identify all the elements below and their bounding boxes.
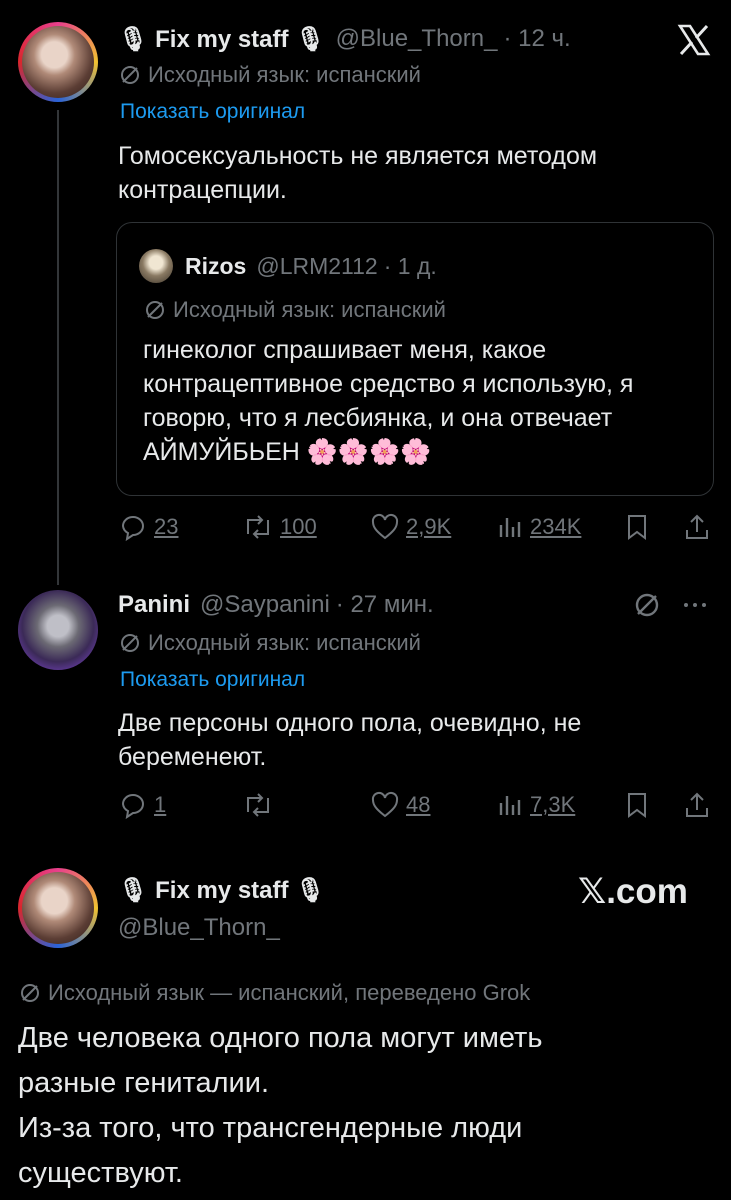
more-icon: [684, 603, 706, 607]
more-button[interactable]: [680, 592, 710, 618]
avatar[interactable]: [18, 22, 98, 102]
bookmark-button[interactable]: [624, 512, 650, 542]
quoted-tweet[interactable]: Rizos @LRM2112 · 1 д. Исходный язык: исп…: [116, 222, 714, 496]
translate-icon: [121, 634, 139, 652]
display-name[interactable]: Panini: [118, 591, 190, 619]
share-icon: [686, 792, 708, 817]
show-original-link[interactable]: Показать оригинал: [120, 668, 305, 692]
like-count: 2,9K: [406, 514, 452, 539]
reply-icon: [121, 516, 144, 542]
views-button[interactable]: 234K: [496, 512, 581, 542]
reply-button[interactable]: 23: [118, 512, 178, 542]
views-button[interactable]: 7,3K: [496, 790, 575, 820]
views-count: 234K: [530, 514, 582, 539]
share-icon: [686, 514, 708, 539]
text-line: разные гениталии.: [18, 1067, 270, 1099]
avatar[interactable]: [18, 590, 98, 670]
show-original-link[interactable]: Показать оригинал: [120, 100, 305, 124]
handle[interactable]: @Saypanini: [200, 591, 330, 619]
reply-button[interactable]: 1: [118, 790, 166, 820]
reply-icon: [121, 794, 144, 820]
repost-button[interactable]: [242, 790, 280, 820]
repost-count: 100: [280, 514, 317, 539]
handle[interactable]: @Blue_Thorn_: [118, 914, 280, 942]
bookmark-icon: [628, 515, 646, 540]
timestamp[interactable]: · 12 ч.: [503, 25, 570, 53]
display-name[interactable]: 🎙 Fix my staff 🎙: [118, 876, 326, 905]
translation-note: Исходный язык: испанский: [148, 62, 421, 87]
bookmark-button[interactable]: [624, 790, 650, 820]
avatar[interactable]: [18, 868, 98, 948]
timestamp[interactable]: · 27 мин.: [336, 591, 434, 619]
translate-icon: [21, 984, 39, 1002]
quoted-tweet-text: гинеколог спрашивает меня, какое контрац…: [143, 336, 634, 466]
translation-note: Исходный язык: испанский: [173, 297, 446, 322]
translation-note: Исходный язык: испанский: [148, 630, 421, 655]
translate-button[interactable]: [632, 590, 662, 620]
handle[interactable]: @LRM2112: [256, 253, 377, 280]
tweet-text: Две персоны одного пола, очевидно, не бе…: [118, 709, 582, 771]
like-count: 48: [406, 792, 431, 817]
text-line: существуют.: [18, 1157, 183, 1189]
text-line: Две человека одного пола могут иметь: [18, 1022, 543, 1054]
text-line: Из-за того, что трансгендерные люди: [18, 1112, 523, 1144]
repost-icon: [247, 515, 269, 539]
views-count: 7,3K: [530, 792, 576, 817]
tweet-text: Гомосексуальность не является методом ко…: [118, 142, 598, 204]
views-icon: [499, 518, 521, 537]
timestamp[interactable]: · 1 д.: [384, 253, 437, 280]
display-name[interactable]: 🎙 Fix my staff 🎙: [118, 25, 326, 54]
share-button[interactable]: [682, 790, 712, 820]
reply-count: 1: [154, 792, 167, 817]
like-button[interactable]: 2,9K: [370, 512, 451, 542]
handle[interactable]: @Blue_Thorn_: [336, 25, 498, 53]
heart-icon: [371, 791, 399, 818]
avatar[interactable]: [139, 249, 173, 283]
translation-note: Исходный язык — испанский, переведено Gr…: [48, 980, 531, 1005]
share-button[interactable]: [682, 512, 712, 542]
brand-watermark: 𝕏.com: [578, 872, 688, 911]
display-name[interactable]: Rizos: [185, 253, 246, 280]
thread-line: [57, 110, 59, 585]
translate-icon: [121, 66, 139, 84]
views-icon: [499, 796, 521, 815]
heart-icon: [371, 513, 399, 540]
bookmark-icon: [628, 793, 646, 818]
like-button[interactable]: 48: [370, 790, 430, 820]
close-button[interactable]: [676, 22, 712, 58]
translate-icon: [635, 593, 659, 617]
repost-icon: [247, 793, 269, 817]
repost-button[interactable]: 100: [242, 512, 317, 542]
reply-count: 23: [154, 514, 179, 539]
tweet-text: Две человека одного пола могут иметь раз…: [18, 1016, 542, 1196]
translate-icon: [146, 301, 164, 319]
x-logo-icon: [677, 24, 711, 56]
